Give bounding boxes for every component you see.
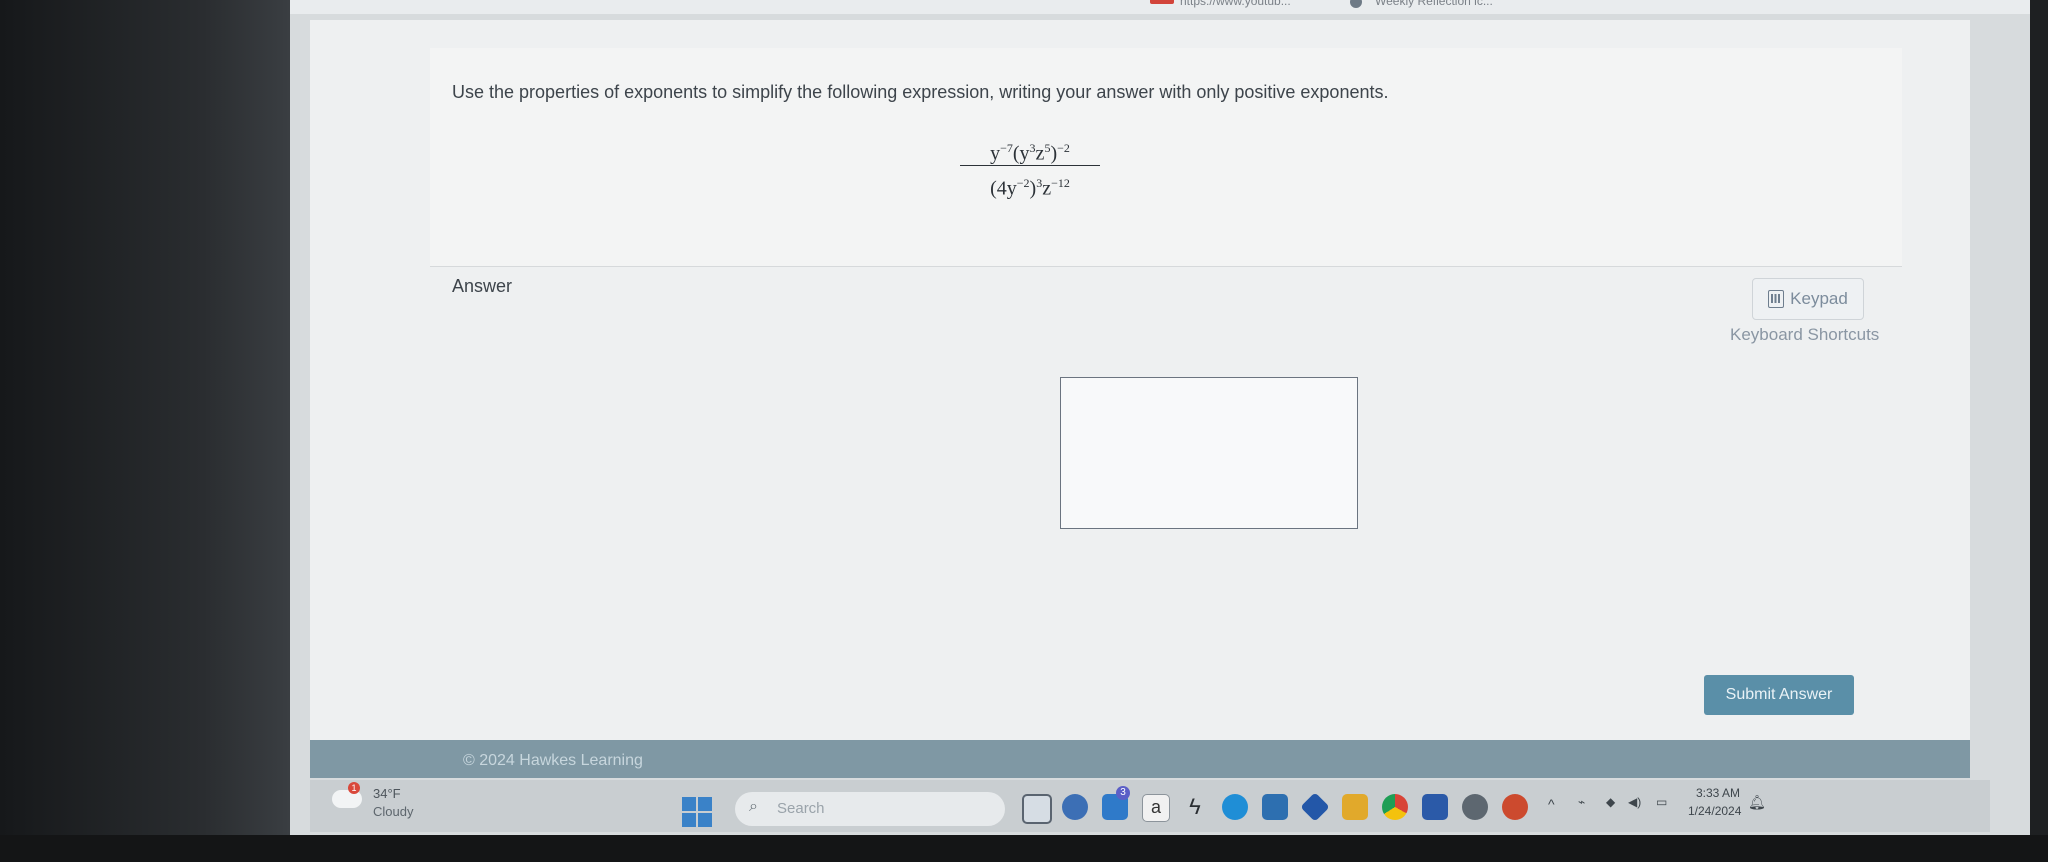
- fraction-bar: [960, 165, 1100, 166]
- notification-bell-icon[interactable]: 🔔︎: [1748, 794, 1766, 811]
- monitor-bezel: [0, 0, 290, 862]
- calculator-icon: [1768, 290, 1785, 308]
- weather-badge: 1: [348, 782, 360, 794]
- submit-answer-button[interactable]: Submit Answer: [1704, 675, 1854, 715]
- clock-date[interactable]: 1/24/2024: [1688, 804, 1741, 818]
- wifi-icon[interactable]: ◆: [1606, 795, 1615, 809]
- youtube-icon: [1150, 0, 1174, 4]
- windows-start-icon[interactable]: [682, 797, 712, 827]
- keyboard-shortcuts-link[interactable]: Keyboard Shortcuts: [1730, 325, 1879, 345]
- amazon-icon[interactable]: a: [1142, 794, 1170, 822]
- folder-icon[interactable]: [1342, 794, 1368, 820]
- volume-icon[interactable]: ◀): [1628, 795, 1641, 809]
- copilot-icon[interactable]: [1300, 792, 1330, 822]
- file-explorer-icon[interactable]: [1022, 794, 1052, 824]
- page-content: Use the properties of exponents to simpl…: [310, 20, 1970, 740]
- page-footer: © 2024 Hawkes Learning: [310, 740, 1970, 778]
- question-card: Use the properties of exponents to simpl…: [430, 48, 1902, 267]
- search-icon: ⌕: [749, 798, 758, 815]
- expression-fraction: y−7(y3z5)−2 (4y−2)3z−12: [960, 133, 1100, 200]
- settings-icon[interactable]: [1462, 794, 1488, 820]
- store-icon[interactable]: [1262, 794, 1288, 820]
- weather-temperature[interactable]: 34°F: [373, 786, 401, 801]
- browser-tab-strip: https://www.youtub... Weekly Reflection …: [290, 0, 2030, 14]
- browser-tab-reflection[interactable]: Weekly Reflection ic...: [1375, 0, 1493, 8]
- edge-icon[interactable]: [1222, 794, 1248, 820]
- browser-tab-youtube[interactable]: https://www.youtub...: [1180, 0, 1291, 8]
- answer-input[interactable]: [1060, 377, 1358, 529]
- screen: https://www.youtub... Weekly Reflection …: [290, 0, 2030, 838]
- meet-icon[interactable]: [1062, 794, 1088, 820]
- battery-icon[interactable]: ▭: [1656, 795, 1667, 809]
- question-prompt: Use the properties of exponents to simpl…: [452, 82, 1389, 102]
- keypad-button[interactable]: Keypad: [1752, 278, 1864, 320]
- taskbar: 1 34°F Cloudy ⌕ Search 3 a ϟ ^ ⌁ ◆ ◀) ▭ …: [310, 780, 1990, 832]
- expression-numerator: y−7(y3z5)−2: [990, 141, 1070, 165]
- expression-denominator: (4y−2)3z−12: [990, 176, 1070, 200]
- clock-time[interactable]: 3:33 AM: [1696, 786, 1740, 800]
- chrome-icon[interactable]: [1382, 794, 1408, 820]
- copyright-text: © 2024 Hawkes Learning: [463, 752, 643, 769]
- search-placeholder: Search: [777, 800, 825, 817]
- answer-label: Answer: [452, 276, 513, 296]
- monitor-bezel-bottom: [0, 835, 2048, 862]
- chevron-up-icon[interactable]: ^: [1548, 796, 1555, 812]
- powerpoint-icon[interactable]: [1502, 794, 1528, 820]
- taskbar-search[interactable]: ⌕ Search: [735, 792, 1005, 826]
- winamp-icon[interactable]: ϟ: [1182, 794, 1208, 820]
- word-icon[interactable]: [1422, 794, 1448, 820]
- weather-condition[interactable]: Cloudy: [373, 804, 413, 819]
- tab-favicon-icon: [1350, 0, 1362, 8]
- network-icon[interactable]: ⌁: [1578, 795, 1585, 809]
- photos-icon[interactable]: 3: [1102, 786, 1130, 820]
- teams-badge: 3: [1116, 786, 1130, 800]
